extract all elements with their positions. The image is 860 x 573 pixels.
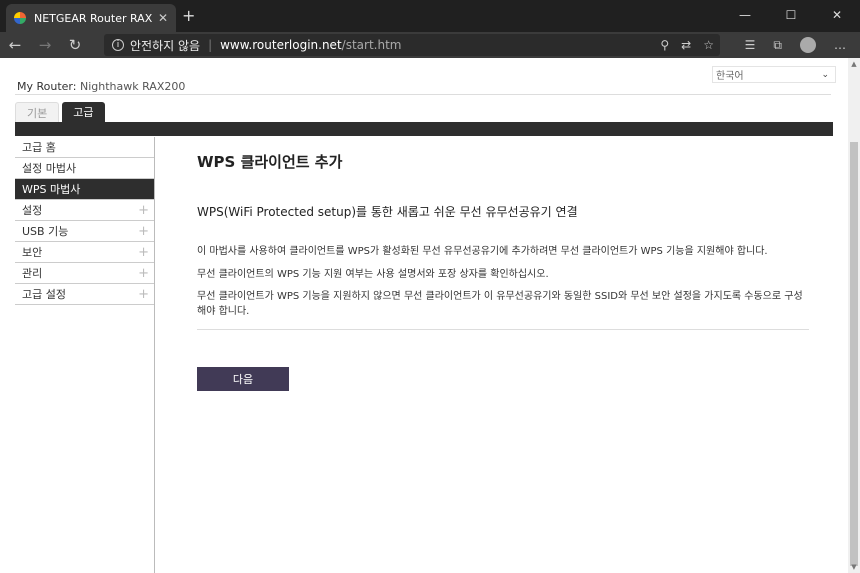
netgear-favicon-icon xyxy=(14,12,26,24)
close-window-icon[interactable]: ✕ xyxy=(814,0,860,30)
favorites-list-icon[interactable]: ☰ xyxy=(745,38,756,52)
instruction-paragraph-2: 무선 클라이언트의 WPS 기능 지원 여부는 사용 설명서와 포장 상자를 확… xyxy=(197,269,549,280)
sidebar: 고급 홈 설정 마법사 WPS 마법사 설정 + USB 기능 + 보안 + 관리 + … xyxy=(15,137,155,305)
sidebar-item-usb[interactable]: USB 기능 + xyxy=(15,221,155,242)
browser-tab[interactable]: NETGEAR Router RAX200 ✕ xyxy=(6,4,176,32)
scroll-up-icon[interactable]: ▲ xyxy=(848,60,860,68)
my-router-label: My Router: Nighthawk RAX200 xyxy=(17,80,185,93)
new-tab-button[interactable]: + xyxy=(182,6,195,25)
instruction-paragraph-1: 이 마법사를 사용하여 클라이언트를 WPS가 활성화된 무선 유무선공유기에 … xyxy=(197,246,768,257)
sidebar-item-label: 설정 xyxy=(22,204,43,217)
tab-bar-strip xyxy=(15,122,833,136)
info-icon[interactable]: i xyxy=(112,39,124,51)
next-button[interactable]: 다음 xyxy=(197,367,289,391)
sidebar-item-setup-wizard[interactable]: 설정 마법사 xyxy=(15,158,155,179)
content-divider xyxy=(197,329,809,330)
language-value: 한국어 xyxy=(716,71,744,82)
my-router-prefix: My Router: xyxy=(17,80,77,93)
sidebar-item-label: 고급 홈 xyxy=(22,141,56,154)
language-select[interactable]: 한국어 ⌄ xyxy=(712,66,836,83)
router-model: Nighthawk RAX200 xyxy=(79,80,186,93)
sidebar-item-security[interactable]: 보안 + xyxy=(15,242,155,263)
sidebar-item-advanced-setup[interactable]: 고급 설정 + xyxy=(15,284,155,305)
tab-title: NETGEAR Router RAX200 xyxy=(34,11,152,25)
url-domain: www.routerlogin.net xyxy=(220,38,342,52)
window-controls: — ☐ ✕ xyxy=(722,0,860,30)
expand-icon[interactable]: + xyxy=(138,287,149,302)
page-title: WPS 클라이언트 추가 xyxy=(197,153,343,171)
collections-icon[interactable]: ⧉ xyxy=(773,38,782,53)
page-scrollbar[interactable]: ▲ ▼ xyxy=(848,58,860,573)
sidebar-divider xyxy=(154,137,155,573)
header-divider xyxy=(15,94,831,95)
sidebar-item-label: 관리 xyxy=(22,267,43,280)
sidebar-item-wps-wizard[interactable]: WPS 마법사 xyxy=(15,179,155,200)
translate-icon[interactable]: ⇄ xyxy=(681,38,691,52)
chevron-down-icon: ⌄ xyxy=(821,69,829,80)
expand-icon[interactable]: + xyxy=(138,266,149,281)
sidebar-item-label: 보안 xyxy=(22,246,43,259)
favorite-star-icon[interactable]: ☆ xyxy=(703,38,714,52)
expand-icon[interactable]: + xyxy=(138,203,149,218)
url-path: /start.htm xyxy=(341,38,402,52)
url-separator: | xyxy=(208,38,213,52)
security-label: 안전하지 않음 xyxy=(130,38,201,53)
expand-icon[interactable]: + xyxy=(138,224,149,239)
back-icon[interactable]: ← xyxy=(0,36,30,54)
router-page: My Router: Nighthawk RAX200 한국어 ⌄ 기본 고급 … xyxy=(0,58,848,573)
minimize-icon[interactable]: — xyxy=(722,0,768,30)
sidebar-item-label: USB 기능 xyxy=(22,225,69,238)
search-icon[interactable]: ⚲ xyxy=(660,38,669,52)
forward-icon[interactable]: → xyxy=(30,36,60,54)
profile-icon[interactable] xyxy=(800,37,816,53)
sidebar-item-label: 설정 마법사 xyxy=(22,162,77,175)
page-subtitle: WPS(WiFi Protected setup)를 통한 새롭고 쉬운 무선 … xyxy=(197,205,578,219)
scroll-down-icon[interactable]: ▼ xyxy=(848,563,860,571)
sidebar-item-advanced-home[interactable]: 고급 홈 xyxy=(15,137,155,158)
tab-basic[interactable]: 기본 xyxy=(15,102,60,122)
browser-tab-bar: NETGEAR Router RAX200 ✕ + — ☐ ✕ xyxy=(0,0,860,32)
sidebar-item-administration[interactable]: 관리 + xyxy=(15,263,155,284)
tab-close-icon[interactable]: ✕ xyxy=(158,11,168,25)
menu-icon[interactable]: … xyxy=(834,38,846,52)
main-tabs: 기본 고급 xyxy=(15,102,105,122)
scrollbar-thumb[interactable] xyxy=(850,142,858,566)
sidebar-item-label: WPS 마법사 xyxy=(22,183,81,196)
sidebar-item-setup[interactable]: 설정 + xyxy=(15,200,155,221)
instruction-paragraph-3: 무선 클라이언트가 WPS 기능을 지원하지 않으면 무선 클라이언트가 이 유… xyxy=(197,291,803,317)
sidebar-item-label: 고급 설정 xyxy=(22,288,66,301)
maximize-icon[interactable]: ☐ xyxy=(768,0,814,30)
tab-advanced[interactable]: 고급 xyxy=(62,102,105,122)
address-toolbar: ← → ↻ i 안전하지 않음 | www.routerlogin.net /s… xyxy=(0,32,860,58)
refresh-icon[interactable]: ↻ xyxy=(60,36,90,54)
url-bar[interactable]: i 안전하지 않음 | www.routerlogin.net /start.h… xyxy=(104,34,720,56)
expand-icon[interactable]: + xyxy=(138,245,149,260)
